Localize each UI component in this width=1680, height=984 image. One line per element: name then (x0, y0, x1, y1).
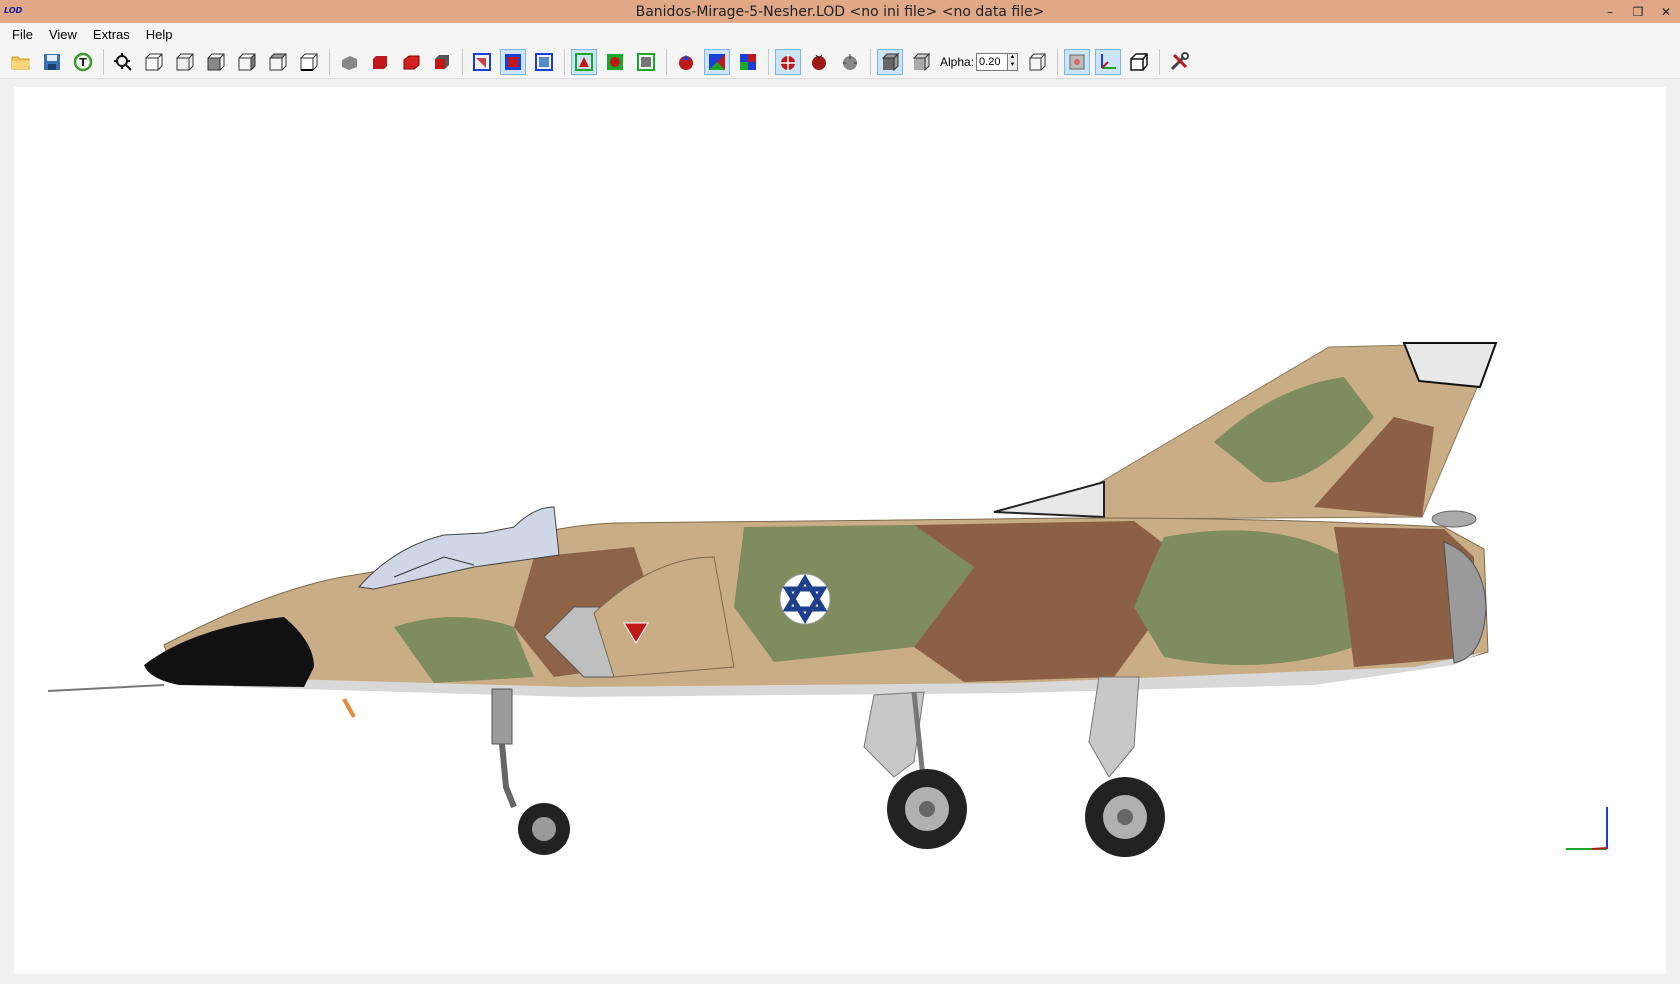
toolbar-separator (462, 48, 463, 75)
zoom-fit-icon[interactable] (110, 49, 136, 75)
solid-red-icon[interactable] (367, 49, 393, 75)
view-top-icon[interactable] (265, 49, 291, 75)
reload-icon[interactable]: T (70, 49, 96, 75)
solid-blue-icon[interactable] (500, 48, 526, 75)
wireframe-blue-icon[interactable] (469, 49, 495, 75)
fin-tip (1402, 342, 1498, 389)
cube-dark-icon[interactable] (877, 48, 903, 75)
wing-leading-edge (993, 480, 1105, 519)
menu-help[interactable]: Help (138, 27, 181, 42)
spinner-down-icon[interactable]: ▼ (1008, 62, 1017, 70)
toolbar-separator (870, 48, 871, 75)
textured-icon[interactable] (704, 48, 730, 75)
toolbar-separator (103, 48, 104, 75)
color-model-icon[interactable] (673, 49, 699, 75)
view-right-icon[interactable] (234, 49, 260, 75)
toolbar-separator (564, 48, 565, 75)
camo-green-patch (1134, 530, 1354, 665)
roundel (779, 573, 831, 625)
view-left-icon[interactable] (203, 49, 229, 75)
alpha-spinner[interactable]: ▲ ▼ (1008, 52, 1019, 71)
smooth-shade-icon[interactable] (336, 49, 362, 75)
main-landing-gear-rear (1085, 676, 1165, 857)
toolbar-separator (666, 48, 667, 75)
axis-indicator (1566, 807, 1608, 850)
box-outline-icon[interactable] (1024, 49, 1050, 75)
toolbar-separator (1057, 48, 1059, 75)
settings-tools-icon[interactable] (1166, 49, 1192, 75)
red-cube-icon[interactable] (429, 49, 455, 75)
3d-viewport[interactable] (14, 87, 1666, 974)
toolbar: T Alpha: 0.20 ▲ ▼ (0, 45, 1680, 79)
window-controls: – ❐ ✕ (1596, 0, 1680, 23)
bug-red-icon[interactable] (775, 48, 801, 75)
title-bar: LOD Banidos-Mirage-5-Nesher.LOD <no ini … (0, 0, 1680, 23)
blue-box-icon[interactable] (531, 49, 557, 75)
bug-gray-icon[interactable] (837, 49, 863, 75)
multicolor-icon[interactable] (735, 49, 761, 75)
view-back-icon[interactable] (172, 49, 198, 75)
view-front-icon[interactable] (141, 49, 167, 75)
restore-button[interactable]: ❐ (1624, 0, 1652, 23)
open-folder-icon[interactable] (8, 49, 34, 75)
axes-icon[interactable] (1095, 48, 1122, 75)
red-shaded-icon[interactable] (398, 49, 424, 75)
app-icon: LOD (4, 6, 23, 15)
cube-light-icon[interactable] (908, 49, 934, 75)
nose-landing-gear (491, 688, 570, 855)
toolbar-separator (1159, 48, 1161, 75)
wireframe-green-icon[interactable] (571, 48, 597, 75)
window-title: Banidos-Mirage-5-Nesher.LOD <no ini file… (635, 3, 1045, 20)
save-icon[interactable] (39, 49, 65, 75)
toolbar-separator (768, 48, 769, 75)
nose-radome (144, 617, 314, 687)
bug-dark-icon[interactable] (806, 49, 832, 75)
view-bottom-icon[interactable] (296, 49, 322, 75)
green-box-icon[interactable] (633, 49, 659, 75)
pitot-probe (47, 684, 165, 692)
minimize-button[interactable]: – (1596, 0, 1624, 23)
alpha-label: Alpha: (940, 54, 975, 69)
menu-view[interactable]: View (41, 27, 85, 42)
bounding-box-icon[interactable] (1064, 48, 1091, 75)
aircraft-model-render (47, 342, 1608, 857)
menu-bar: File View Extras Help (0, 23, 1680, 45)
tail-cone (1431, 510, 1477, 528)
alpha-input[interactable]: 0.20 (976, 52, 1009, 71)
main-landing-gear-front (863, 691, 967, 849)
svg-text:T: T (79, 56, 87, 69)
menu-file[interactable]: File (4, 27, 41, 42)
close-button[interactable]: ✕ (1652, 0, 1680, 23)
solid-green-icon[interactable] (602, 49, 628, 75)
menu-extras[interactable]: Extras (85, 27, 138, 42)
antenna (342, 698, 356, 718)
spinner-up-icon[interactable]: ▲ (1008, 54, 1017, 62)
cube-outline-icon[interactable] (1126, 49, 1152, 75)
toolbar-separator (329, 48, 330, 75)
